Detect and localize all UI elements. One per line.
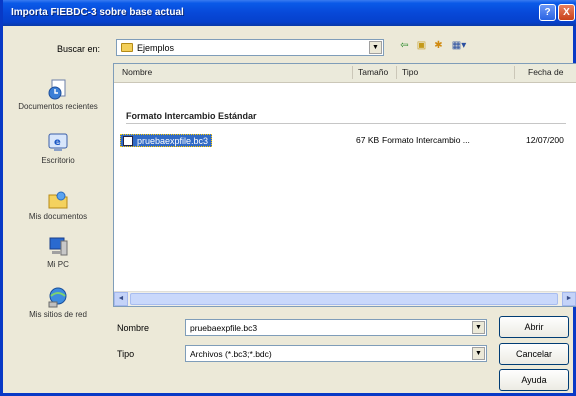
place-label: Documentos recientes <box>18 102 98 111</box>
file-name-selected[interactable]: pruebaexpfile.bc3 <box>120 134 213 147</box>
back-icon[interactable]: ⇦ <box>397 38 412 54</box>
place-label: Escritorio <box>41 156 75 165</box>
place-desktop[interactable]: e Escritorio <box>15 132 101 166</box>
file-name-text: pruebaexpfile.bc3 <box>137 136 209 146</box>
place-network[interactable]: Mis sitios de red <box>15 286 101 320</box>
file-open-dialog: Importa FIEBDC-3 sobre base actual ? X B… <box>0 0 576 396</box>
up-folder-icon[interactable]: ▣ <box>414 38 429 54</box>
file-icon <box>123 136 133 146</box>
close-button[interactable]: X <box>558 4 575 21</box>
column-header-type[interactable]: Tipo <box>402 67 418 77</box>
place-my-pc[interactable]: Mi PC <box>15 236 101 270</box>
type-label: Tipo <box>117 349 135 359</box>
name-label: Nombre <box>117 323 150 333</box>
horizontal-scrollbar[interactable]: ◄ ► <box>114 291 576 306</box>
computer-icon <box>46 236 70 258</box>
title-bar[interactable]: Importa FIEBDC-3 sobre base actual ? X <box>3 0 576 26</box>
filetype-dropdown[interactable]: Archivos (*.bc3;*.bdc) ▼ <box>185 345 487 362</box>
column-divider[interactable] <box>396 66 397 79</box>
place-label: Mis sitios de red <box>29 310 87 319</box>
lookin-value: Ejemplos <box>137 43 175 53</box>
scroll-thumb[interactable] <box>130 293 558 305</box>
file-size: 67 KB <box>356 135 380 145</box>
scroll-left-button[interactable]: ◄ <box>114 292 128 306</box>
folder-icon <box>121 43 133 52</box>
column-header-name[interactable]: Nombre <box>122 67 152 77</box>
file-row[interactable]: pruebaexpfile.bc3 67 KB Formato Intercam… <box>114 134 576 147</box>
lookin-dropdown-arrow[interactable]: ▼ <box>369 41 382 54</box>
file-list[interactable]: Nombre Tamaño Tipo Fecha de Formato Inte… <box>113 63 576 307</box>
lookin-dropdown[interactable]: Ejemplos ▼ <box>116 39 384 56</box>
column-divider[interactable] <box>352 66 353 79</box>
column-header-date[interactable]: Fecha de <box>528 67 563 77</box>
places-bar: Documentos recientes e Escritorio Mis do… <box>15 60 101 382</box>
network-icon <box>46 286 70 308</box>
svg-text:e: e <box>54 137 61 148</box>
place-label: Mis documentos <box>28 212 88 221</box>
place-recent-documents[interactable]: Documentos recientes <box>15 78 101 112</box>
place-label: Mi PC <box>47 260 69 269</box>
place-my-documents[interactable]: Mis documentos <box>15 188 101 222</box>
new-folder-icon[interactable]: ✱ <box>431 38 446 54</box>
group-divider <box>126 123 566 124</box>
open-button[interactable]: Abrir <box>499 316 569 338</box>
column-header-row: Nombre Tamaño Tipo Fecha de <box>114 64 576 83</box>
scroll-right-button[interactable]: ► <box>562 292 576 306</box>
group-title: Formato Intercambio Estándar <box>126 111 257 121</box>
help-dialog-button[interactable]: Ayuda <box>499 369 569 391</box>
column-header-size[interactable]: Tamaño <box>358 67 388 77</box>
recent-documents-icon <box>46 78 70 100</box>
desktop-icon: e <box>46 132 70 154</box>
cancel-button[interactable]: Cancelar <box>499 343 569 365</box>
help-button[interactable]: ? <box>539 4 556 21</box>
column-divider[interactable] <box>514 66 515 79</box>
filetype-dropdown-arrow[interactable]: ▼ <box>472 347 485 360</box>
lookin-label: Buscar en: <box>57 44 101 54</box>
filetype-value: Archivos (*.bc3;*.bdc) <box>190 349 272 359</box>
filename-combo[interactable]: pruebaexpfile.bc3 ▼ <box>185 319 487 336</box>
my-documents-icon <box>46 188 70 210</box>
file-type: Formato Intercambio ... <box>382 135 470 145</box>
filename-value: pruebaexpfile.bc3 <box>190 323 258 333</box>
filename-dropdown-arrow[interactable]: ▼ <box>472 321 485 334</box>
dialog-title: Importa FIEBDC-3 sobre base actual <box>11 7 184 18</box>
view-menu-icon[interactable]: ▦▾ <box>448 38 470 54</box>
file-date: 12/07/200 <box>526 135 564 145</box>
